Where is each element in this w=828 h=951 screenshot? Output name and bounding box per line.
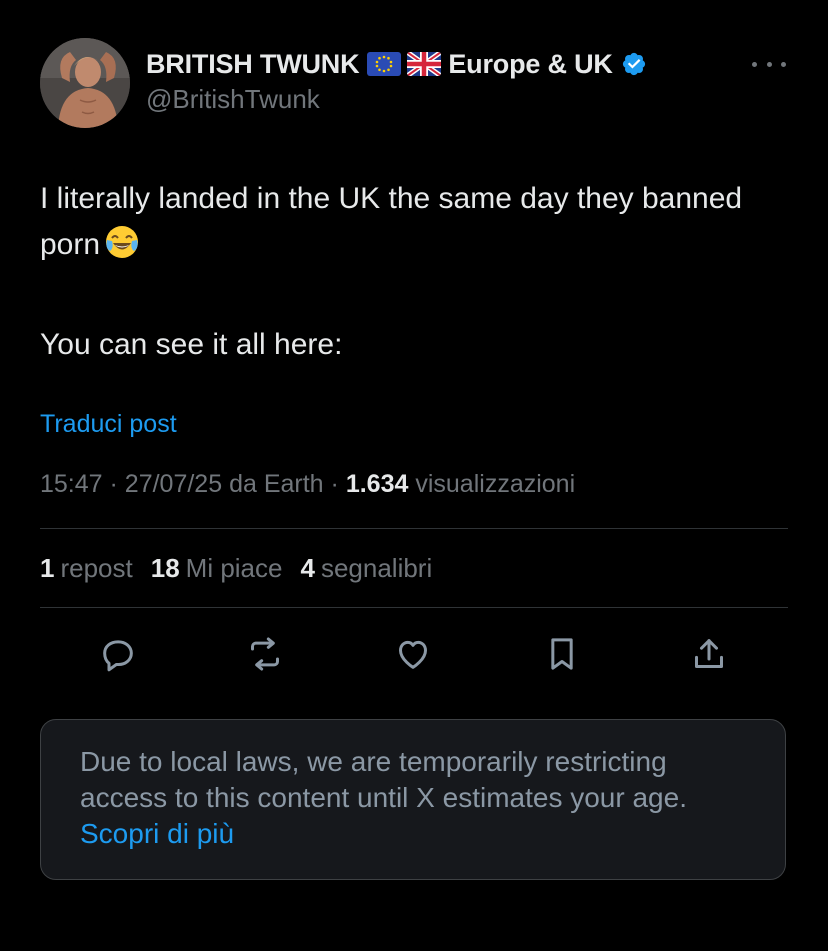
bookmark-icon[interactable]: [540, 632, 584, 676]
bookmarks-count: 4: [300, 553, 315, 583]
translate-post-link[interactable]: Traduci post: [40, 410, 177, 439]
tweet-time[interactable]: 15:47: [40, 470, 103, 498]
action-bar: [0, 632, 828, 676]
avatar[interactable]: [40, 38, 130, 128]
tweet-meta: 15:47 · 27/07/25 da Earth · 1.634 visual…: [40, 470, 575, 499]
author-handle[interactable]: @BritishTwunk: [146, 84, 320, 115]
tweet-location: da Earth: [229, 470, 324, 498]
meta-separator: ·: [109, 470, 118, 498]
tweet-text-line1: I literally landed in the UK the same da…: [40, 182, 743, 261]
share-icon[interactable]: [687, 632, 731, 676]
views-count: 1.634: [345, 470, 409, 498]
face-with-tears-of-joy-icon: [104, 224, 140, 274]
notice-text: Due to local laws, we are temporarily re…: [80, 746, 687, 813]
reposts-label: repost: [60, 553, 133, 583]
age-restriction-notice: Due to local laws, we are temporarily re…: [40, 719, 786, 880]
author-name-row[interactable]: BRITISH TWUNK Europe & UK: [146, 44, 647, 84]
author-display-name[interactable]: BRITISH TWUNK: [146, 49, 360, 80]
avatar-image: [40, 38, 130, 128]
repost-icon[interactable]: [243, 632, 287, 676]
reposts-count: 1: [40, 553, 55, 583]
like-icon[interactable]: [391, 632, 435, 676]
reply-icon[interactable]: [96, 632, 140, 676]
author-name-suffix[interactable]: Europe & UK: [448, 49, 613, 80]
more-options-icon[interactable]: [752, 54, 786, 74]
bookmarks-stat[interactable]: 4 segnalibri: [300, 553, 432, 584]
uk-flag-icon: [407, 52, 442, 76]
engagement-stats: 1 repost 18 Mi piace 4 segnalibri: [40, 553, 432, 584]
meta-separator: ·: [330, 470, 339, 498]
divider: [40, 607, 788, 608]
learn-more-link[interactable]: Scopri di più: [80, 816, 234, 852]
views-label: visualizzazioni: [415, 470, 576, 498]
tweet-date[interactable]: 27/07/25: [125, 470, 222, 498]
likes-stat[interactable]: 18 Mi piace: [151, 553, 283, 584]
reposts-stat[interactable]: 1 repost: [40, 553, 133, 584]
likes-count: 18: [150, 553, 180, 583]
divider: [40, 528, 788, 529]
likes-label: Mi piace: [185, 553, 283, 583]
eu-flag-icon: [367, 52, 402, 76]
tweet-text-line2: You can see it all here:: [40, 328, 343, 361]
bookmarks-label: segnalibri: [320, 553, 433, 583]
verified-badge-icon[interactable]: [621, 51, 647, 77]
tweet-text: I literally landed in the UK the same da…: [40, 176, 780, 368]
